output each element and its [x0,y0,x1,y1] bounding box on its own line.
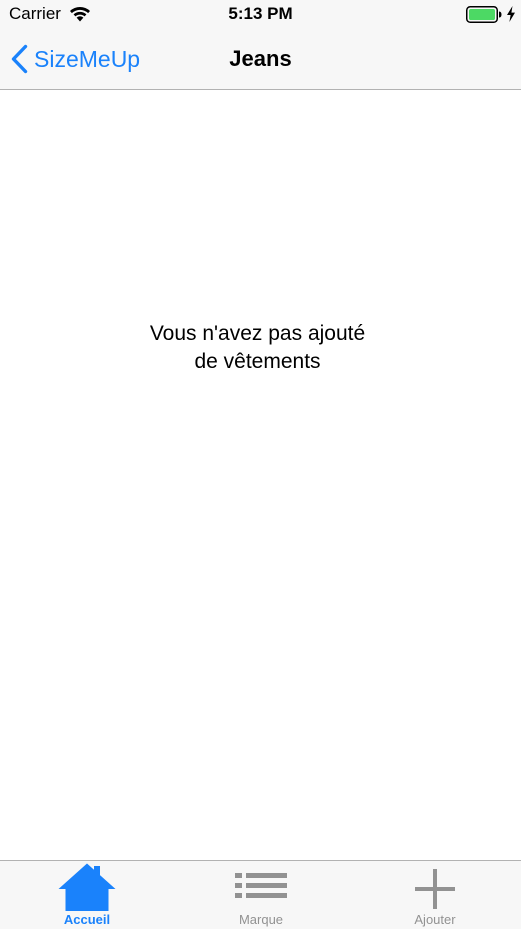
tab-bar: Accueil Marque Ajouter [0,860,521,929]
tab-ajouter[interactable]: Ajouter [348,861,521,929]
tab-label-ajouter: Ajouter [414,912,456,927]
charging-bolt-icon [507,6,515,22]
tab-marque[interactable]: Marque [174,861,348,929]
navigation-bar: SizeMeUp Jeans [0,30,521,90]
app-screen: Carrier 5:13 PM SizeMeUp Jeans Vous n'av… [0,0,521,929]
main-content: Vous n'avez pas ajouté de vêtements [0,90,521,860]
tab-label-accueil: Accueil [63,912,111,927]
empty-state-line-1: Vous n'avez pas ajouté [149,322,366,345]
empty-state-line-2: de vêtements [194,350,321,373]
status-time: 5:13 PM [228,4,293,23]
tab-accueil[interactable]: Accueil [0,861,174,929]
plus-icon [415,869,455,909]
tab-label-marque: Marque [238,912,284,927]
battery-icon [466,6,502,23]
list-icon [235,873,287,898]
status-bar: Carrier 5:13 PM [0,0,521,30]
page-title: Jeans [229,46,292,71]
empty-state-message: Vous n'avez pas ajouté de vêtements [60,320,455,376]
home-icon [58,863,116,911]
